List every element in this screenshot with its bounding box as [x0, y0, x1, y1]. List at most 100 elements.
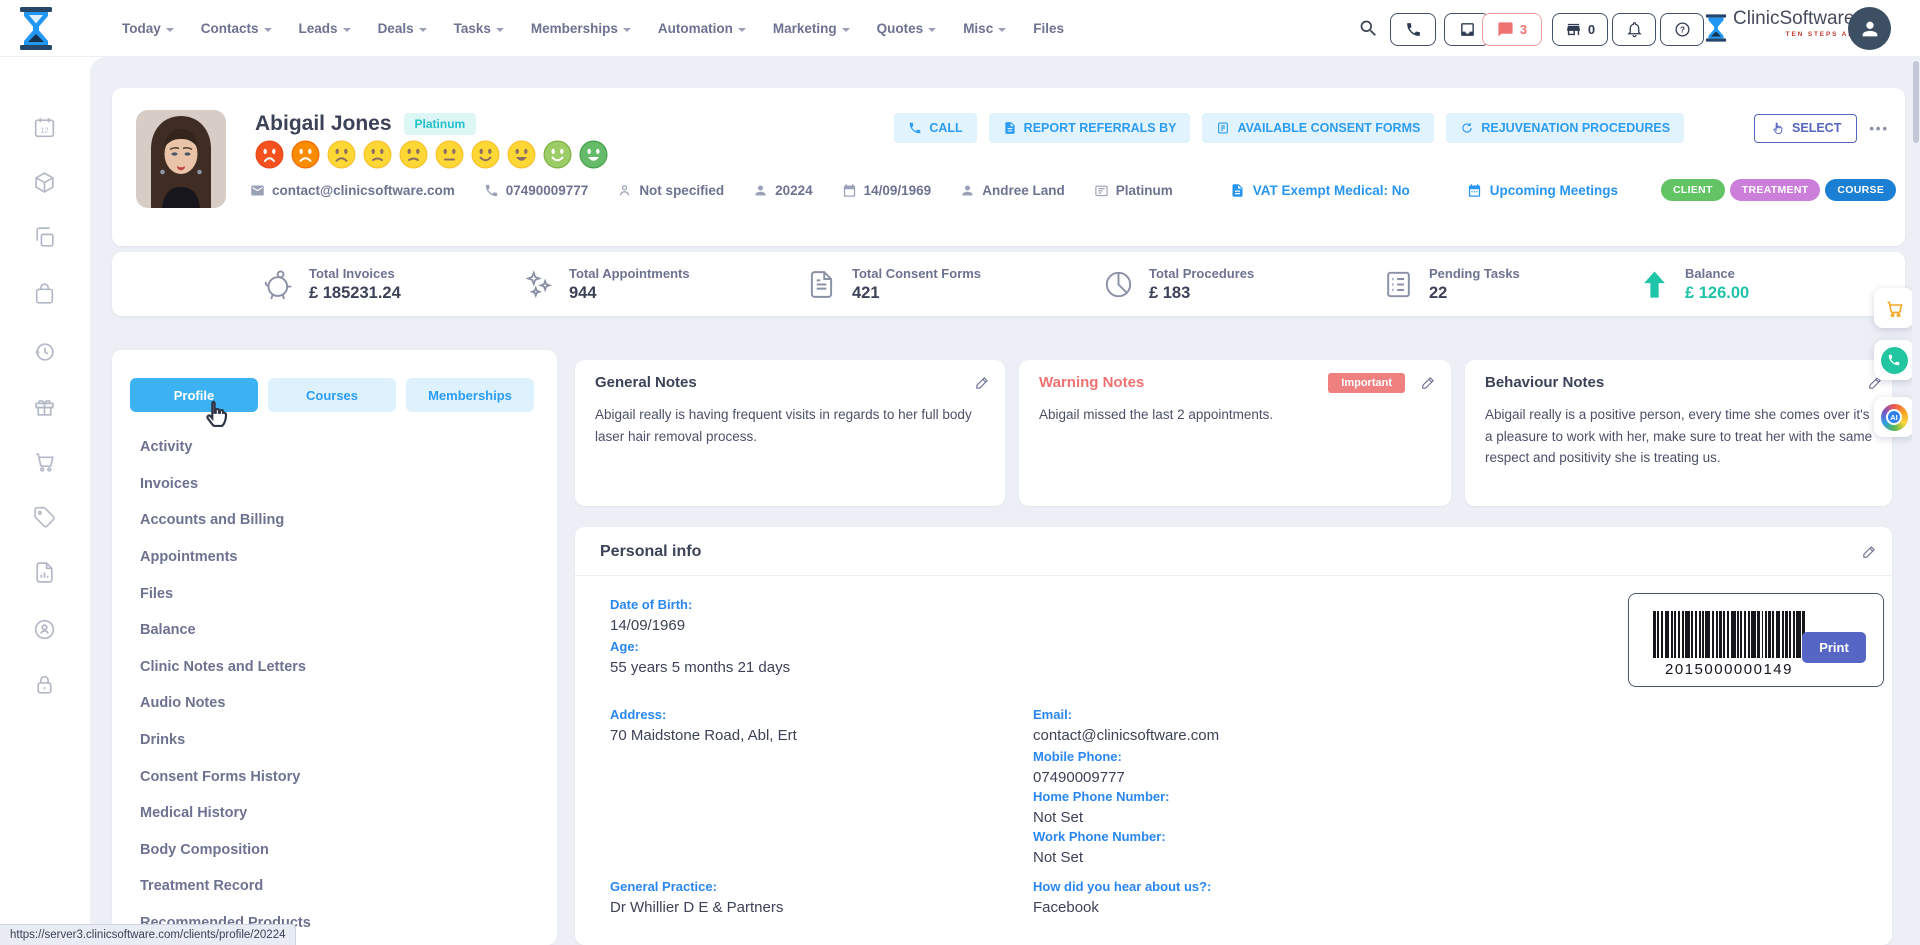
- label-pill-client: CLIENT: [1661, 179, 1725, 201]
- patient-owner: Andree Land: [960, 183, 1065, 198]
- select-button[interactable]: SELECT: [1754, 114, 1857, 143]
- patient-phone: 07490009777: [484, 183, 589, 198]
- shopping-bag-icon[interactable]: [32, 282, 57, 307]
- nav-item-quotes[interactable]: Quotes: [877, 21, 937, 36]
- call-button[interactable]: CALL: [894, 113, 976, 143]
- stat-balance: Balance£ 126.00: [1638, 252, 1749, 316]
- stat-pending-tasks: Pending Tasks22: [1382, 252, 1520, 316]
- stat-total-invoices: Total Invoices£ 185231.24: [262, 252, 401, 316]
- field-date-of-birth: Date of Birth:14/09/1969: [610, 597, 692, 634]
- mood-emoji-10[interactable]: [579, 140, 608, 169]
- nav-item-files[interactable]: Files: [1033, 21, 1064, 36]
- menu-item-accounts-and-billing[interactable]: Accounts and Billing: [140, 502, 311, 539]
- account-sync-icon[interactable]: [32, 617, 57, 642]
- chat-button[interactable]: 3: [1482, 13, 1542, 46]
- nav-item-tasks[interactable]: Tasks: [454, 21, 504, 36]
- package-icon[interactable]: [32, 170, 57, 195]
- floating-cart-button[interactable]: [1874, 288, 1914, 328]
- search-icon[interactable]: [1358, 18, 1379, 39]
- consent-forms-button[interactable]: AVAILABLE CONSENT FORMS: [1202, 113, 1434, 143]
- mood-emoji-9[interactable]: [543, 140, 572, 169]
- chevron-down-icon: [623, 28, 631, 32]
- menu-item-treatment-record[interactable]: Treatment Record: [140, 868, 311, 905]
- menu-item-audio-notes[interactable]: Audio Notes: [140, 685, 311, 722]
- personal-info-card: Personal info Date of Birth:14/09/1969 A…: [575, 527, 1892, 945]
- patient-contact-row: contact@clinicsoftware.com 07490009777 N…: [250, 178, 1889, 202]
- patient-barcode-box: 2015000000149 Print: [1628, 593, 1884, 687]
- report-icon[interactable]: [32, 560, 57, 585]
- patient-photo: [136, 110, 226, 208]
- menu-item-consent-forms-history[interactable]: Consent Forms History: [140, 758, 311, 795]
- menu-item-invoices[interactable]: Invoices: [140, 466, 311, 503]
- mood-emoji-4[interactable]: [363, 140, 392, 169]
- sparkles-icon: [522, 268, 555, 301]
- upcoming-meetings-link[interactable]: Upcoming Meetings: [1467, 183, 1618, 198]
- nav-item-contacts[interactable]: Contacts: [201, 21, 272, 36]
- field-mobile-phone: Mobile Phone:07490009777: [1033, 749, 1125, 786]
- vat-exempt-link[interactable]: VAT Exempt Medical: No: [1230, 183, 1410, 198]
- cart-icon[interactable]: [32, 449, 57, 474]
- floating-call-button[interactable]: [1874, 340, 1914, 380]
- pos-button[interactable]: 0: [1552, 13, 1608, 46]
- mood-emoji-3[interactable]: [327, 140, 356, 169]
- calendar-icon[interactable]: 12: [32, 115, 57, 140]
- history-icon[interactable]: [32, 339, 57, 364]
- tab-courses[interactable]: Courses: [268, 378, 396, 412]
- pie-chart-icon: [1102, 268, 1135, 301]
- user-avatar-button[interactable]: [1848, 7, 1891, 50]
- chevron-down-icon: [343, 28, 351, 32]
- dialer-button[interactable]: [1390, 13, 1436, 46]
- menu-item-files[interactable]: Files: [140, 575, 311, 612]
- svg-text:12: 12: [40, 126, 48, 135]
- top-bar: Today Contacts Leads Deals Tasks Memberships A…: [0, 0, 1920, 57]
- nav-item-marketing[interactable]: Marketing: [773, 21, 850, 36]
- nav-item-automation[interactable]: Automation: [658, 21, 746, 36]
- nav-item-leads[interactable]: Leads: [299, 21, 351, 36]
- scrollbar-thumb[interactable]: [1913, 61, 1919, 143]
- help-button[interactable]: ?: [1660, 13, 1704, 46]
- mood-emoji-5[interactable]: [399, 140, 428, 169]
- label-pill-treatment: TREATMENT: [1730, 179, 1821, 201]
- menu-item-activity[interactable]: Activity: [140, 429, 311, 466]
- print-barcode-button[interactable]: Print: [1802, 632, 1866, 663]
- lock-icon[interactable]: [32, 672, 57, 697]
- nav-item-misc[interactable]: Misc: [963, 21, 1006, 36]
- tab-memberships[interactable]: Memberships: [406, 378, 534, 412]
- menu-item-medical-history[interactable]: Medical History: [140, 795, 311, 832]
- personal-info-title: Personal info: [600, 543, 701, 561]
- edit-pencil-icon[interactable]: [1861, 543, 1878, 560]
- menu-item-drinks[interactable]: Drinks: [140, 722, 311, 759]
- menu-item-balance[interactable]: Balance: [140, 612, 311, 649]
- floating-ai-button[interactable]: AI: [1874, 397, 1914, 437]
- mood-emoji-8[interactable]: [507, 140, 536, 169]
- tab-profile[interactable]: Profile: [130, 378, 258, 412]
- ai-assistant-icon: AI: [1881, 404, 1908, 431]
- gift-icon[interactable]: [32, 394, 57, 419]
- edit-pencil-icon[interactable]: [1420, 374, 1437, 391]
- mood-emoji-7[interactable]: [471, 140, 500, 169]
- edit-pencil-icon[interactable]: [974, 374, 991, 391]
- envelope-icon: [250, 183, 265, 198]
- nav-item-deals[interactable]: Deals: [378, 21, 427, 36]
- menu-item-body-composition[interactable]: Body Composition: [140, 832, 311, 869]
- chevron-down-icon: [419, 28, 427, 32]
- copy-icon[interactable]: [32, 225, 57, 250]
- form-icon: [1216, 121, 1230, 135]
- menu-item-clinic-notes-and-letters[interactable]: Clinic Notes and Letters: [140, 649, 311, 686]
- mood-emoji-6[interactable]: [435, 140, 464, 169]
- report-referrals-button[interactable]: REPORT REFERRALS BY: [989, 113, 1191, 143]
- more-actions-button[interactable]: •••: [1869, 121, 1889, 136]
- nav-item-memberships[interactable]: Memberships: [531, 21, 631, 36]
- menu-item-appointments[interactable]: Appointments: [140, 539, 311, 576]
- svg-text:?: ?: [1680, 25, 1685, 34]
- mood-emoji-2[interactable]: [291, 140, 320, 169]
- rejuvenation-button[interactable]: REJUVENATION PROCEDURES: [1446, 113, 1684, 143]
- label-pill-course: COURSE: [1825, 179, 1896, 201]
- document-icon: [805, 268, 838, 301]
- mood-emoji-1[interactable]: [255, 140, 284, 169]
- divider: [575, 575, 1892, 576]
- nav-item-today[interactable]: Today: [122, 21, 174, 36]
- discount-tag-icon[interactable]: [32, 505, 57, 530]
- important-badge: Important: [1328, 373, 1405, 393]
- notifications-button[interactable]: [1612, 13, 1656, 46]
